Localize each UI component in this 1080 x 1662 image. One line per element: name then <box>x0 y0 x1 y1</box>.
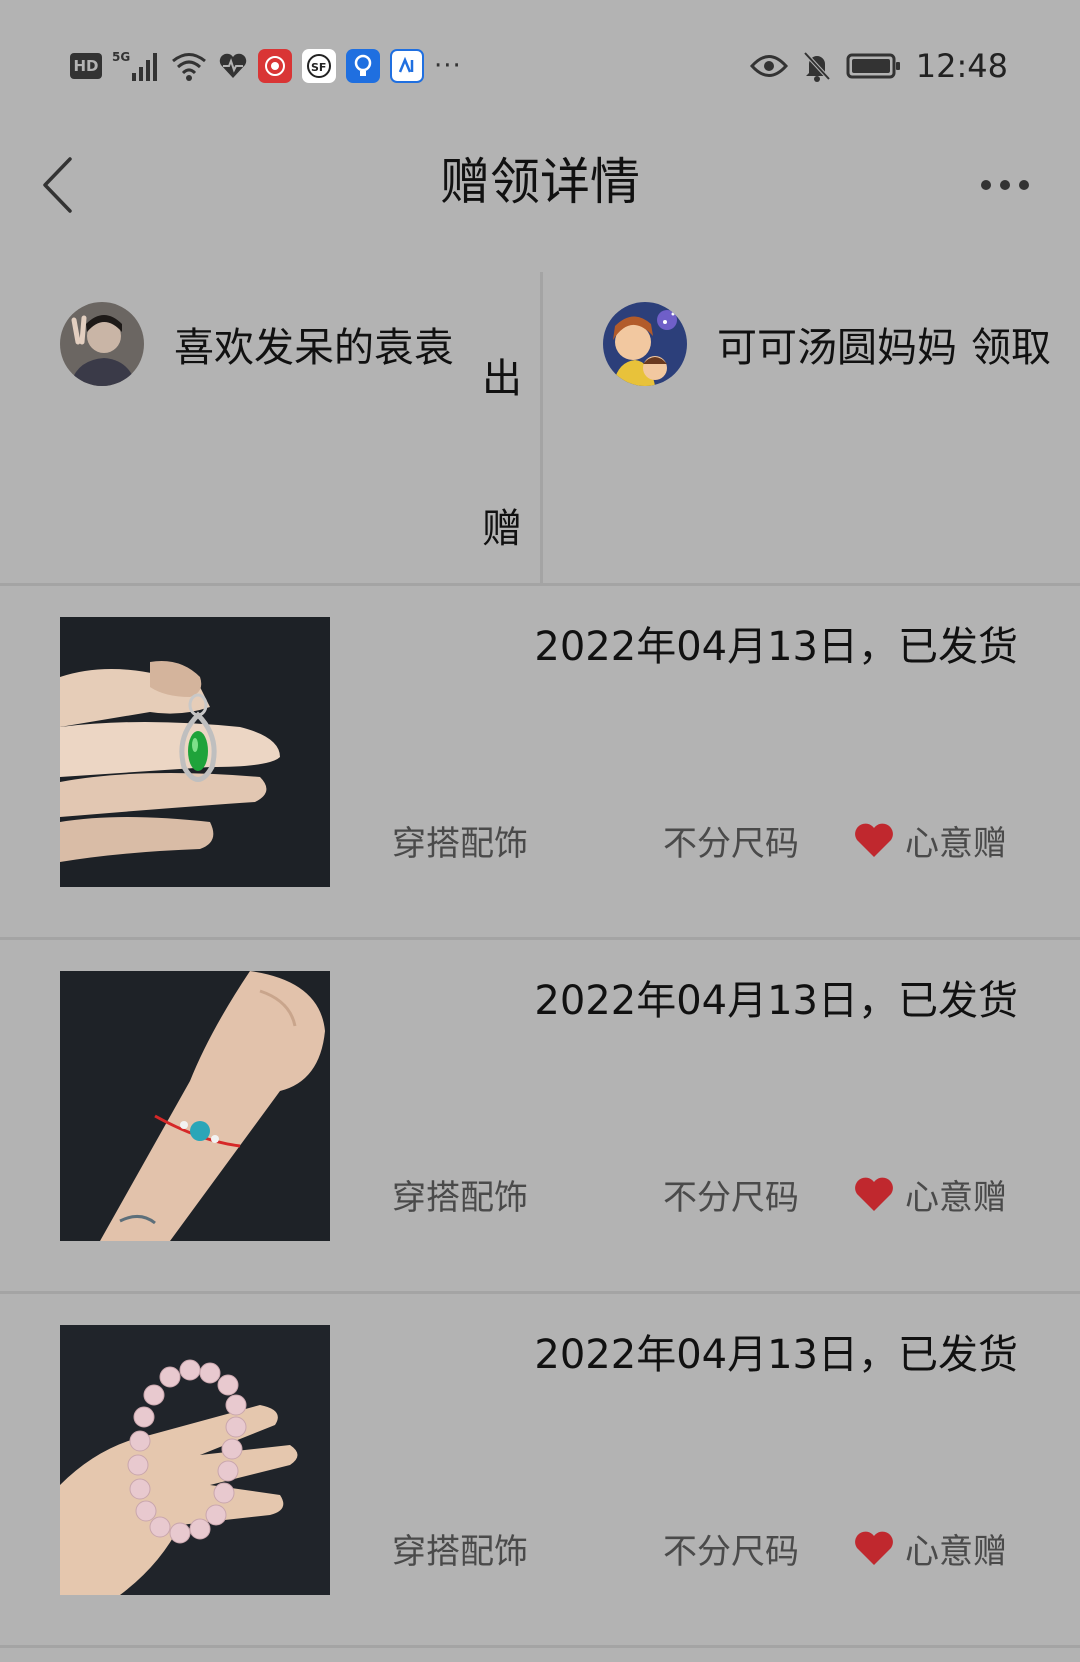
giver-action: 出赠 <box>482 356 522 552</box>
item-category: 穿搭配饰 <box>392 1178 528 1218</box>
item-category: 穿搭配饰 <box>392 1532 528 1572</box>
hd-icon: HD <box>70 53 102 79</box>
gift-item[interactable]: 2022年04月13日，已发货 穿搭配饰 不分尺码 心意赠 <box>0 586 1080 940</box>
app-bulb-icon <box>346 49 380 83</box>
participants-panel: 喜欢发呆的袁袁 出赠 可可汤圆妈妈 领取 <box>0 272 1080 586</box>
more-options-button[interactable] <box>970 150 1040 220</box>
receiver-panel[interactable]: 可可汤圆妈妈 领取 <box>603 302 1080 386</box>
mute-bell-icon <box>802 50 832 82</box>
heart-icon <box>855 823 893 857</box>
status-bar-right: 12:48 <box>749 46 1008 86</box>
vertical-divider <box>540 272 543 584</box>
heart-icon <box>855 1531 893 1565</box>
item-tag: 心意赠 <box>853 1170 1007 1219</box>
page-title: 赠领详情 <box>440 153 640 211</box>
item-size: 不分尺码 <box>663 824 799 864</box>
clock-time: 12:48 <box>915 47 1008 85</box>
giver-panel[interactable]: 喜欢发呆的袁袁 <box>60 302 530 386</box>
item-photo-bracelet-red[interactable] <box>60 971 330 1241</box>
receiver-action: 领取 <box>971 325 1051 371</box>
sf-express-icon: SF <box>302 49 336 83</box>
more-notifications-icon: ··· <box>434 51 462 81</box>
giver-name: 喜欢发呆的袁袁 <box>174 325 454 371</box>
giver-avatar[interactable] <box>60 302 144 386</box>
heart-icon <box>855 1177 893 1211</box>
status-bar: HD 5G SF ··· 12:48 <box>0 0 1080 130</box>
item-tag: 心意赠 <box>853 1524 1007 1573</box>
item-size: 不分尺码 <box>663 1532 799 1572</box>
item-tag-label: 心意赠 <box>905 1532 1007 1572</box>
item-photo-bracelet-pink[interactable] <box>60 1325 330 1595</box>
app-blue-icon <box>390 49 424 83</box>
health-heart-icon <box>218 52 248 80</box>
nav-bar: 赠领详情 <box>0 130 1080 250</box>
item-tag-label: 心意赠 <box>905 824 1007 864</box>
item-category: 穿搭配饰 <box>392 824 528 864</box>
gift-item[interactable]: 2022年04月13日，已发货 穿搭配饰 不分尺码 心意赠 <box>0 1294 1080 1648</box>
wifi-icon <box>170 50 208 82</box>
svg-text:SF: SF <box>311 61 326 74</box>
item-photo-pendant[interactable] <box>60 617 330 887</box>
eye-icon <box>749 53 788 79</box>
item-tag-label: 心意赠 <box>905 1178 1007 1218</box>
app-red-icon <box>258 49 292 83</box>
more-dot-icon <box>1019 180 1029 190</box>
receiver-name: 可可汤圆妈妈 <box>717 325 957 371</box>
status-bar-left: HD 5G SF ··· <box>70 46 462 86</box>
gift-item[interactable]: 2022年04月13日，已发货 穿搭配饰 不分尺码 心意赠 <box>0 940 1080 1294</box>
battery-icon <box>846 52 902 80</box>
item-tag: 心意赠 <box>853 816 1007 865</box>
more-dot-icon <box>1000 180 1010 190</box>
svg-text:5G: 5G <box>112 50 130 64</box>
receiver-avatar[interactable] <box>603 302 687 386</box>
item-size: 不分尺码 <box>663 1178 799 1218</box>
signal-5g-icon: 5G <box>112 49 160 83</box>
item-status: 2022年04月13日，已发货 <box>534 624 1018 670</box>
more-dot-icon <box>981 180 991 190</box>
item-status: 2022年04月13日，已发货 <box>534 1332 1018 1378</box>
item-status: 2022年04月13日，已发货 <box>534 978 1018 1024</box>
